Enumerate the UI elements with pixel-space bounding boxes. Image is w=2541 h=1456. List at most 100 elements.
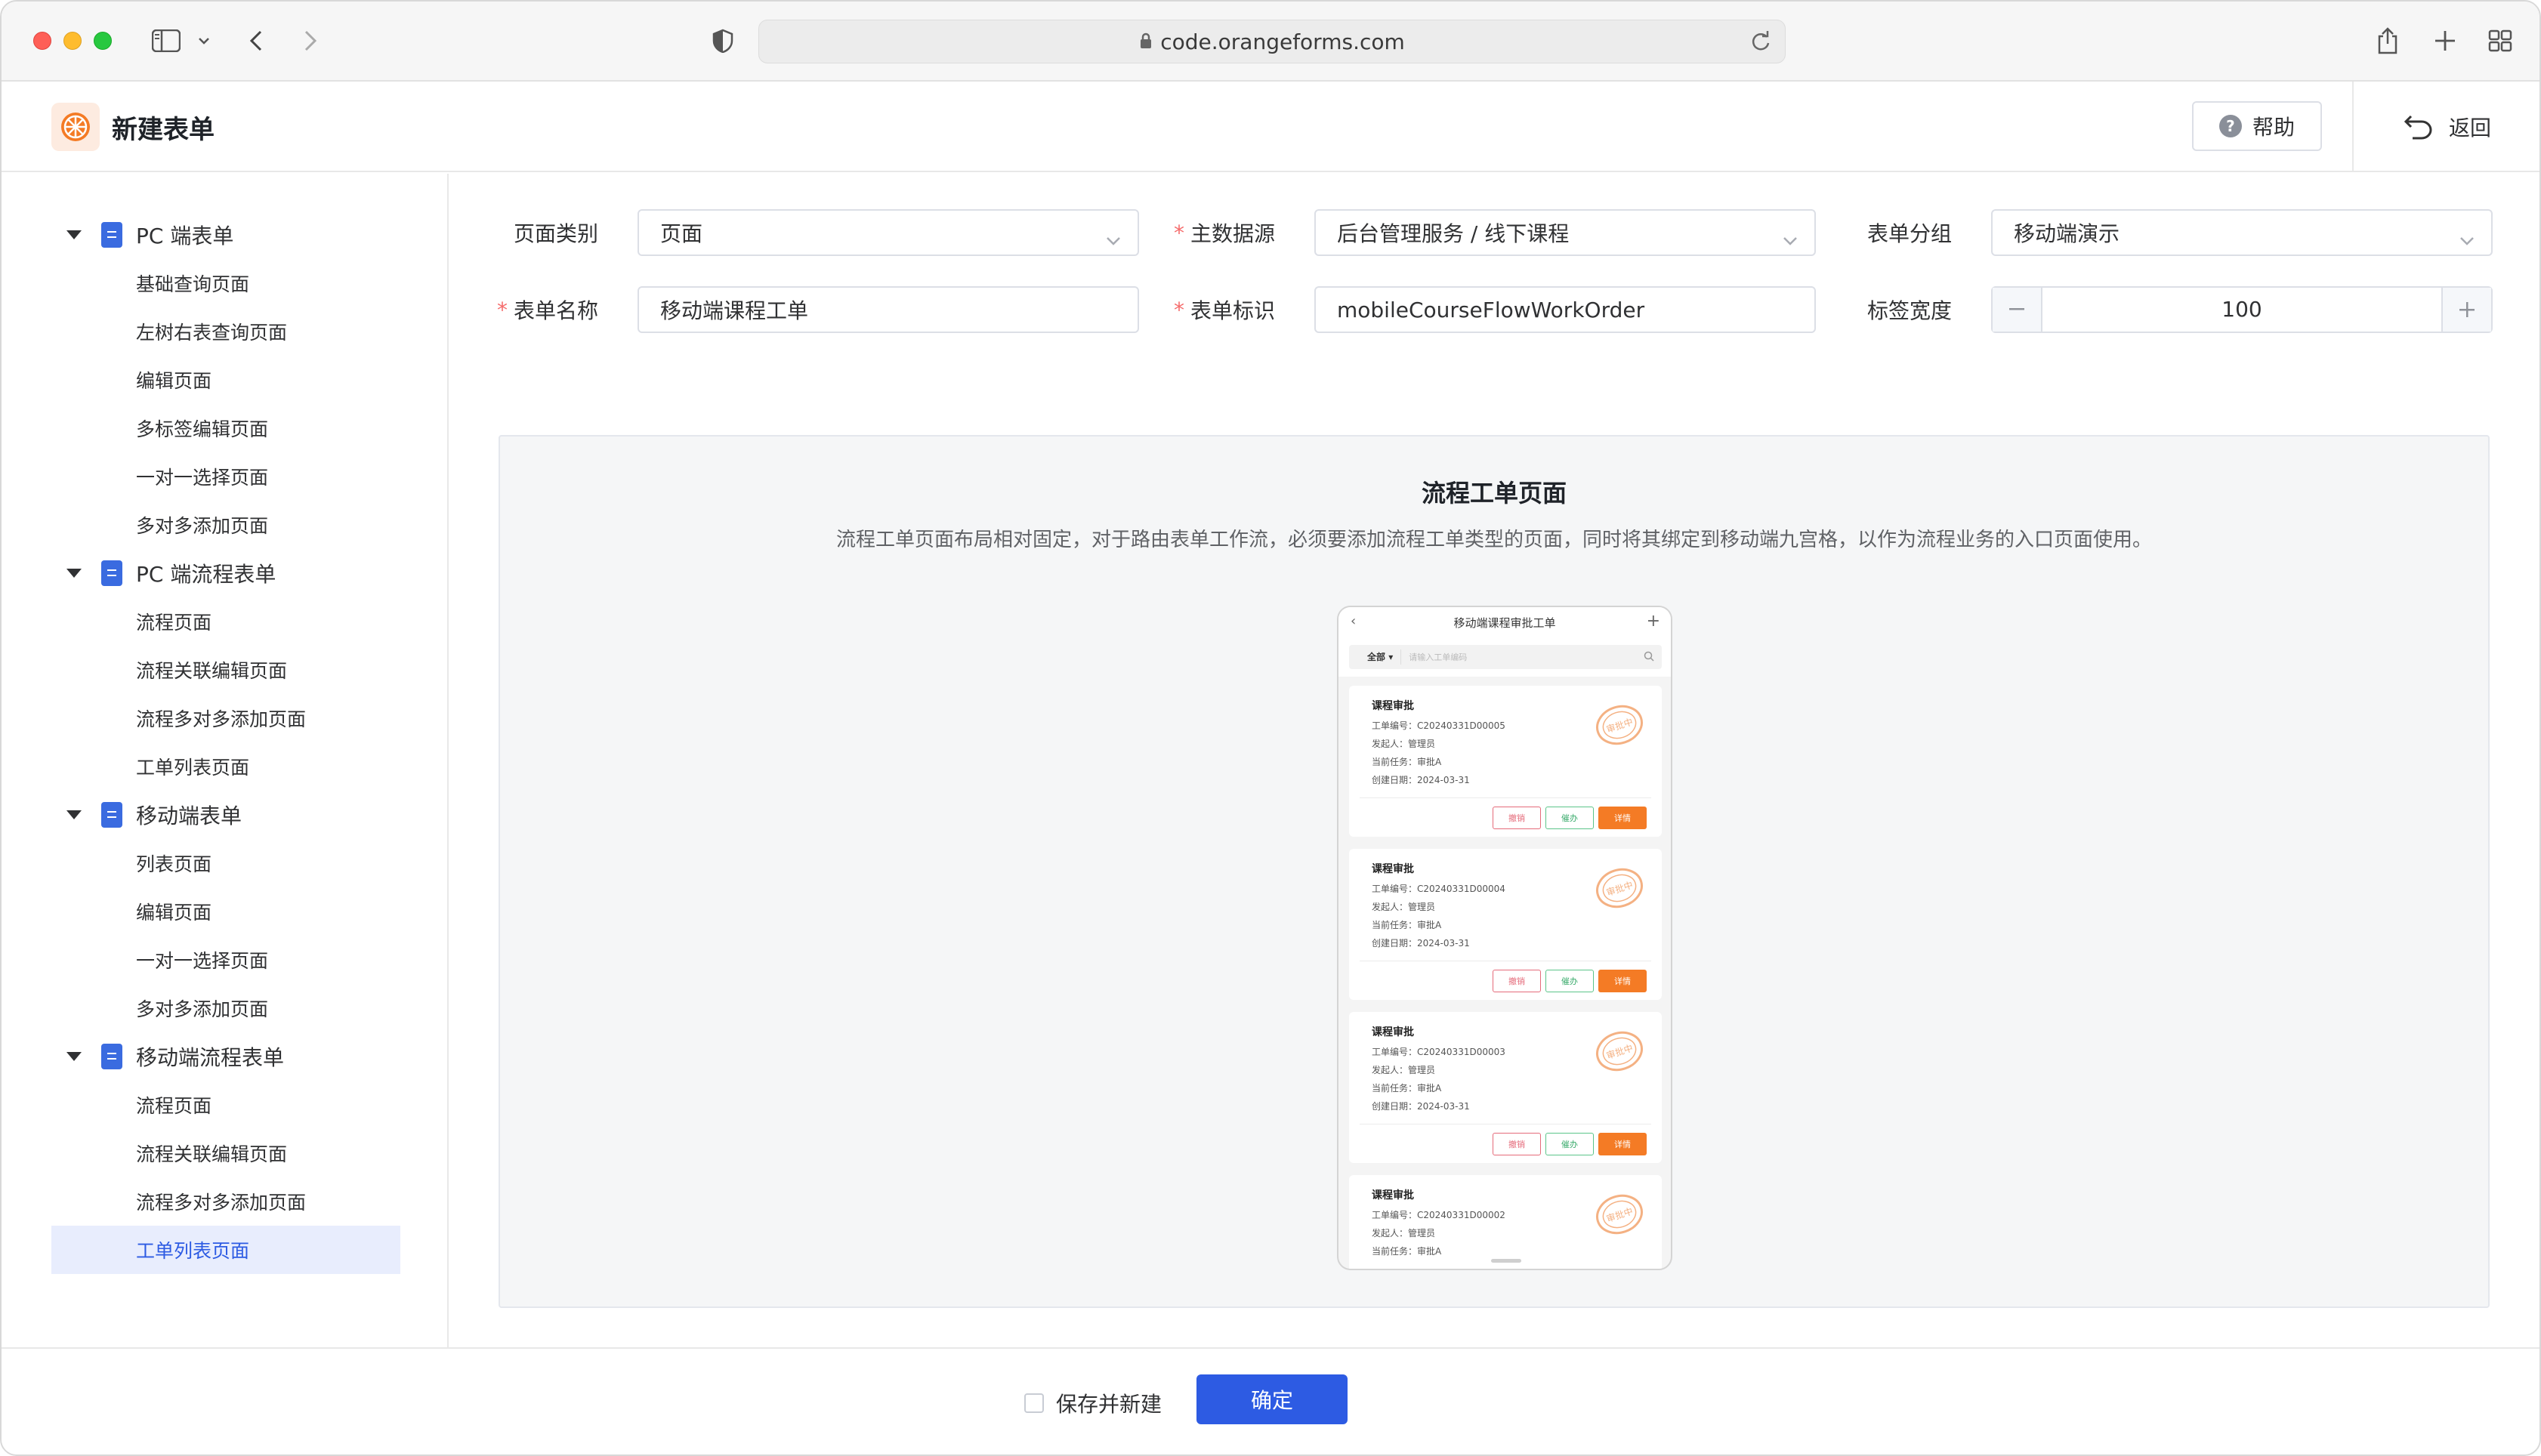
chevron-down-icon [2459,226,2475,251]
tree-group-mobile-form[interactable]: 移动端表单 [2,791,447,839]
increment-button[interactable] [2443,288,2491,332]
return-label: 返回 [2449,116,2492,140]
phone-search-placeholder: 请输入工单编码 [1409,652,1468,662]
group-select[interactable]: 移动端演示 [1991,209,2493,256]
phone-search-box: 全部 ▾ 请输入工单编码 [1349,645,1662,669]
card-urge-button: 催办 [1545,970,1594,992]
caret-down-icon[interactable] [66,569,82,578]
search-icon [1644,651,1654,664]
forward-nav-icon[interactable] [299,24,322,57]
page-type-select[interactable]: 页面 [638,209,1139,256]
tree-item[interactable]: 流程多对多添加页面 [51,694,400,742]
undo-arrow-icon [2404,115,2432,140]
save-and-new-label: 保存并新建 [1056,1392,1162,1417]
tree-item[interactable]: 基础查询页面 [51,259,400,307]
card-cancel-button: 撤销 [1493,807,1541,829]
tree-group-pc-flow-form[interactable]: PC 端流程表单 [2,549,447,597]
form-code-input[interactable]: mobileCourseFlowWorkOrder [1314,286,1816,333]
caret-down-icon[interactable] [66,810,82,819]
card-line: 当前任务：审批A [1372,1246,1442,1257]
card-line: 发起人：管理员 [1372,739,1436,749]
group-value: 移动端演示 [2014,221,2120,246]
tree-item[interactable]: 编辑页面 [51,887,400,936]
lock-icon [1139,29,1153,54]
card-cancel-button: 撤销 [1493,1133,1541,1155]
card-title: 课程审批 [1372,1189,1414,1202]
decrement-button[interactable] [1993,288,2041,332]
card-detail-button: 详情 [1598,1133,1647,1155]
label-width-label: 标签宽度 [1867,298,1953,323]
tree-group-label: 移动端表单 [136,804,242,828]
reload-icon[interactable] [1750,30,1771,58]
return-button[interactable]: 返回 [2404,104,2491,150]
close-window-button[interactable] [33,32,51,50]
label-width-stepper[interactable]: 100 [1991,286,2493,333]
card-line: 工单编号：C20240331D00004 [1372,884,1505,894]
tree-item[interactable]: 多对多添加页面 [51,984,400,1032]
tree-item[interactable]: 左树右表查询页面 [51,307,400,356]
card-line: 发起人：管理员 [1372,1228,1436,1239]
tree-item[interactable]: 列表页面 [51,839,400,887]
card-line: 工单编号：C20240331D00002 [1372,1210,1505,1220]
privacy-shield-icon[interactable] [710,24,736,57]
tree-group-pc-form[interactable]: PC 端表单 [2,211,447,259]
card-line: 工单编号：C20240331D00003 [1372,1047,1505,1057]
datasource-select[interactable]: 后台管理服务 / 线下课程 [1314,209,1816,256]
help-button[interactable]: ? 帮助 [2192,101,2322,151]
confirm-button[interactable]: 确定 [1196,1374,1348,1424]
caret-down-icon[interactable] [66,230,82,239]
card-line: 当前任务：审批A [1372,1083,1442,1094]
tree-group-mobile-flow-form[interactable]: 移动端流程表单 [2,1032,447,1081]
new-tab-icon[interactable] [2432,24,2458,57]
zoom-window-button[interactable] [94,32,112,50]
caret-down-icon[interactable] [66,1052,82,1061]
question-icon: ? [2218,115,2242,137]
share-icon[interactable] [2375,24,2401,57]
page-type-label: 页面类别 [514,221,599,246]
card-line: 发起人：管理员 [1372,902,1436,912]
tree-item[interactable]: 流程页面 [51,597,400,646]
document-icon [101,1044,122,1069]
back-nav-icon[interactable] [245,24,267,57]
tree-item[interactable]: 流程关联编辑页面 [51,1129,400,1177]
preview-title: 流程工单页面 [1421,479,1567,507]
save-and-new-checkbox[interactable]: 保存并新建 [1024,1387,1162,1420]
card-line: 当前任务：审批A [1372,920,1442,930]
chevron-down-icon [1106,226,1121,251]
form-name-label: * 表单名称 [497,297,599,324]
address-bar[interactable]: code.orangeforms.com [758,20,1786,63]
form-code-label: * 表单标识 [1174,297,1276,324]
form-name-input[interactable]: 移动端课程工单 [638,286,1139,333]
tree-item[interactable]: 多对多添加页面 [51,501,400,549]
chevron-down-icon [1783,226,1798,251]
header-divider [2352,82,2354,171]
tree-item-active[interactable]: 工单列表页面 [51,1226,400,1274]
tree-group-label: 移动端流程表单 [136,1045,285,1070]
tree-item[interactable]: 一对一选择页面 [51,452,400,501]
tree-group-label: PC 端流程表单 [136,562,276,587]
tree-item[interactable]: 编辑页面 [51,356,400,404]
card-cancel-button: 撤销 [1493,970,1541,992]
form-footer: 保存并新建 确定 [2,1347,2539,1454]
checkbox-box[interactable] [1024,1393,1044,1413]
browser-toolbar: code.orangeforms.com [2,2,2539,82]
svg-text:审批中: 审批中 [1605,1205,1635,1224]
approval-stamp-icon: 审批中 [1594,865,1645,914]
document-icon [101,802,122,828]
minimize-window-button[interactable] [63,32,82,50]
phone-work-order-card: 课程审批 工单编号：C20240331D00004 发起人：管理员 当前任务：审… [1349,849,1662,1000]
phone-nav-bar: ‹ 移动端课程审批工单 + [1338,607,1671,640]
tree-item[interactable]: 流程页面 [51,1081,400,1129]
sidebar-toggle-icon[interactable] [150,24,183,57]
tree-item[interactable]: 一对一选择页面 [51,936,400,984]
phone-search-row: 全部 ▾ 请输入工单编码 [1338,640,1671,677]
tree-item[interactable]: 流程关联编辑页面 [51,646,400,694]
tree-item[interactable]: 多标签编辑页面 [51,404,400,452]
tree-item[interactable]: 流程多对多添加页面 [51,1177,400,1226]
phone-title: 移动端课程审批工单 [1453,616,1556,630]
tab-overview-icon[interactable] [2487,24,2514,57]
chevron-down-icon[interactable] [195,24,213,57]
tree-item[interactable]: 工单列表页面 [51,742,400,791]
svg-text:审批中: 审批中 [1605,716,1635,735]
label-width-value[interactable]: 100 [2041,288,2443,332]
